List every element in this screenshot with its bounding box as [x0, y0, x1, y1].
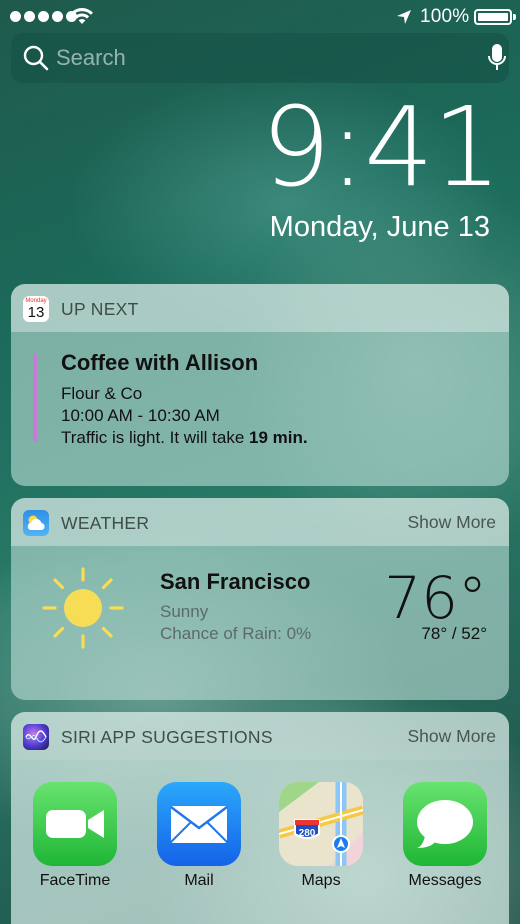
weather-rain-chance: Chance of Rain: 0% — [160, 624, 312, 643]
calendar-icon: Monday 13 — [23, 296, 49, 322]
siri-suggestions-body: FaceTime Mail 280 Maps Messages — [11, 760, 509, 924]
maps-icon: 280 — [279, 782, 363, 866]
app-label: Maps — [301, 872, 341, 889]
wifi-icon — [71, 8, 93, 24]
event-color-bar — [33, 354, 37, 442]
sun-icon — [42, 567, 124, 649]
weather-high-low: 78° / 52° — [421, 624, 487, 643]
app-mail[interactable]: Mail — [157, 782, 241, 890]
siri-suggestions-title: SIRI APP SUGGESTIONS — [61, 727, 273, 747]
battery-tip — [513, 14, 516, 20]
up-next-body: Coffee with Allison Flour & Co 10:00 AM … — [11, 332, 509, 486]
microphone-icon[interactable] — [487, 43, 507, 73]
app-facetime[interactable]: FaceTime — [33, 782, 117, 890]
weather-header: WEATHER Show More — [11, 498, 509, 546]
weather-city: San Francisco — [160, 569, 311, 594]
cellular-signal-icon — [10, 11, 77, 22]
location-arrow-icon — [397, 10, 411, 24]
search-icon — [23, 45, 49, 71]
app-messages[interactable]: Messages — [403, 782, 487, 890]
traffic-text: Traffic is light. It will take — [61, 428, 249, 447]
up-next-widget[interactable]: Monday 13 UP NEXT Coffee with Allison Fl… — [11, 284, 509, 486]
siri-show-more-button[interactable]: Show More — [407, 726, 496, 747]
siri-icon — [23, 724, 49, 750]
weather-app-icon — [23, 510, 49, 536]
lock-screen-time: 9:41 — [260, 83, 502, 211]
battery-icon — [474, 9, 512, 25]
event-location: Flour & Co — [61, 384, 143, 403]
siri-suggestions-widget: SIRI APP SUGGESTIONS Show More FaceTime … — [11, 712, 509, 924]
weather-condition: Sunny — [160, 602, 209, 621]
app-maps[interactable]: 280 Maps — [279, 782, 363, 890]
weather-widget[interactable]: WEATHER Show More San Francisco Sunny Ch… — [11, 498, 509, 700]
up-next-title: UP NEXT — [61, 299, 139, 319]
search-bar[interactable]: Search — [11, 33, 509, 83]
event-traffic: Traffic is light. It will take 19 min. — [61, 428, 308, 448]
search-placeholder: Search — [56, 45, 126, 70]
app-label: Mail — [184, 872, 214, 889]
weather-body: San Francisco Sunny Chance of Rain: 0% 7… — [11, 546, 509, 700]
siri-suggestions-header: SIRI APP SUGGESTIONS Show More — [11, 712, 509, 760]
up-next-header: Monday 13 UP NEXT — [11, 284, 509, 332]
weather-temperature: 76° — [384, 564, 487, 632]
road-sign-number: 280 — [299, 828, 316, 839]
event-title: Coffee with Allison — [61, 350, 259, 375]
event-time: 10:00 AM - 10:30 AM — [61, 406, 220, 425]
app-label: FaceTime — [39, 872, 111, 889]
status-bar: 100% — [0, 0, 520, 34]
battery-percentage: 100% — [420, 6, 470, 27]
weather-title: WEATHER — [61, 513, 150, 533]
lock-screen-date: Monday, June 13 — [269, 211, 490, 243]
app-label: Messages — [408, 872, 482, 889]
weather-show-more-button[interactable]: Show More — [407, 512, 496, 533]
mail-icon — [157, 782, 241, 866]
messages-icon — [403, 782, 487, 866]
traffic-duration: 19 min. — [249, 428, 308, 447]
facetime-icon — [33, 782, 117, 866]
